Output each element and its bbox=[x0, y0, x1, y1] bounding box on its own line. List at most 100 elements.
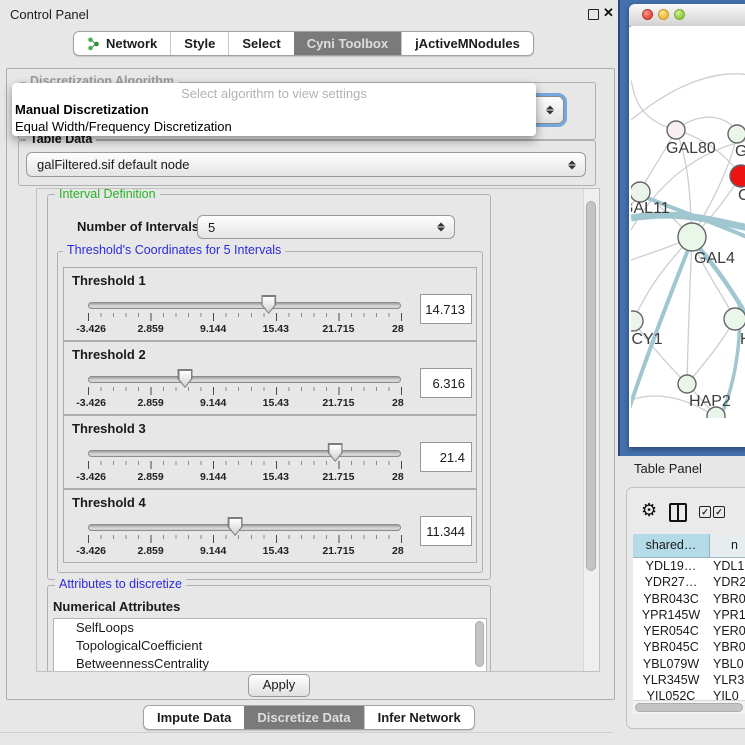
node-h bbox=[724, 308, 745, 330]
slider-thumb[interactable] bbox=[178, 369, 193, 388]
threshold-value-field[interactable]: 14.713 bbox=[420, 294, 472, 324]
table-row[interactable]: YBR045C YBR0 bbox=[633, 639, 745, 655]
checkbox-icon[interactable]: ✓ bbox=[699, 506, 711, 518]
tab-cyni-toolbox[interactable]: Cyni Toolbox bbox=[294, 32, 401, 55]
table-row[interactable]: YDL19… YDL1 bbox=[633, 558, 745, 574]
close-icon[interactable]: ✕ bbox=[603, 5, 614, 21]
bottom-tabbar: Impute Data Discretize Data Infer Networ… bbox=[143, 705, 475, 730]
node-red bbox=[730, 165, 745, 187]
table-panel-title: Table Panel bbox=[634, 461, 702, 476]
node-g bbox=[728, 125, 745, 143]
table-row[interactable]: YBL079W YBL0 bbox=[633, 656, 745, 672]
node-label: H bbox=[740, 331, 745, 348]
num-intervals-value: 5 bbox=[208, 220, 215, 235]
apply-button[interactable]: Apply bbox=[248, 674, 310, 697]
algorithm-dropdown-popup: Select algorithm to view settings Manual… bbox=[12, 83, 536, 136]
table-row[interactable]: YBR043C YBR0 bbox=[633, 591, 745, 607]
tab-select[interactable]: Select bbox=[228, 32, 293, 55]
num-intervals-label: Number of Intervals bbox=[77, 219, 199, 234]
dropdown-option-manual[interactable]: Manual Discretization bbox=[15, 102, 149, 117]
checkbox-icon[interactable]: ✓ bbox=[713, 506, 725, 518]
threshold-slider[interactable]: -3.426 2.859 9.144 15.43 21.715 28 bbox=[88, 268, 401, 340]
attributes-list: SelfLoops TopologicalCoefficient Between… bbox=[53, 618, 487, 672]
node-label: GAL80 bbox=[666, 140, 716, 157]
list-item[interactable]: TopologicalCoefficient bbox=[54, 637, 486, 655]
threshold-slider[interactable]: -3.426 2.859 9.144 15.43 21.715 28 bbox=[88, 342, 401, 414]
dropdown-prompt[interactable]: Select algorithm to view settings bbox=[12, 86, 536, 101]
slider-track[interactable] bbox=[88, 302, 401, 309]
threshold-value-field[interactable]: 6.316 bbox=[420, 368, 472, 398]
toolbox-tabbar: Network Style Select Cyni Toolbox jActiv… bbox=[73, 31, 534, 56]
table-row[interactable]: YLR345W YLR3 bbox=[633, 672, 745, 688]
gear-icon[interactable]: ⚙ bbox=[641, 501, 657, 519]
tab-impute-data[interactable]: Impute Data bbox=[144, 706, 244, 729]
network-graph: GAL80 G. GAL11 C GAL4 GCY1 H HAP2 bbox=[631, 26, 745, 418]
table-data-combobox[interactable]: galFiltered.sif default node bbox=[26, 152, 586, 177]
float-icon[interactable] bbox=[588, 9, 599, 20]
settings-scrollbar-thumb[interactable] bbox=[586, 201, 596, 571]
threshold-slider[interactable]: -3.426 2.859 9.144 15.43 21.715 28 bbox=[88, 490, 401, 562]
node-label: GAL4 bbox=[694, 250, 735, 267]
tab-discretize-data[interactable]: Discretize Data bbox=[244, 706, 363, 729]
table-row[interactable]: YER054C YER0 bbox=[633, 623, 745, 639]
list-item[interactable]: BetweennessCentrality bbox=[54, 655, 486, 672]
combo-arrows-icon bbox=[437, 223, 445, 232]
split-view-icon[interactable] bbox=[669, 503, 687, 522]
slider-thumb[interactable] bbox=[228, 517, 243, 536]
table-data-value: galFiltered.sif default node bbox=[37, 157, 189, 172]
column-header-shared-name[interactable]: shared… bbox=[633, 534, 710, 557]
tab-network-label: Network bbox=[106, 36, 157, 51]
num-intervals-combobox[interactable]: 5 bbox=[197, 215, 455, 239]
dropdown-option-equal-width[interactable]: Equal Width/Frequency Discretization bbox=[15, 119, 232, 134]
threshold-slider[interactable]: -3.426 2.859 9.144 15.43 21.715 28 bbox=[88, 416, 401, 488]
slider-track[interactable] bbox=[88, 524, 401, 531]
node-label: GAL11 bbox=[631, 200, 670, 217]
zoom-traffic-light-icon[interactable] bbox=[674, 9, 685, 20]
close-traffic-light-icon[interactable] bbox=[642, 9, 653, 20]
column-header-name[interactable]: n bbox=[710, 534, 745, 557]
slider-major-ticks bbox=[88, 387, 402, 395]
node-label: C bbox=[738, 187, 745, 204]
node-label: HAP2 bbox=[689, 393, 731, 410]
app-root: Control Panel ✕ Network Style Select Cyn… bbox=[0, 0, 745, 745]
slider-thumb[interactable] bbox=[328, 443, 343, 462]
combo-arrows-icon bbox=[546, 106, 554, 115]
table-row[interactable]: YPR145W YPR1 bbox=[633, 607, 745, 623]
minimize-traffic-light-icon[interactable] bbox=[658, 9, 669, 20]
table-hscrollbar-thumb[interactable] bbox=[635, 703, 743, 712]
attributes-list-scrollbar[interactable] bbox=[475, 621, 484, 667]
slider-thumb[interactable] bbox=[261, 295, 276, 314]
table-header-row: shared… n bbox=[633, 534, 745, 558]
panel-title: Control Panel bbox=[10, 7, 89, 22]
network-window-titlebar[interactable] bbox=[629, 4, 745, 27]
node-hap2 bbox=[678, 375, 696, 393]
node-attribute-table: shared… n YDL19… YDL1 YDR27… YDR2 YBR043… bbox=[633, 534, 745, 714]
list-item[interactable]: SelfLoops bbox=[54, 619, 486, 637]
attributes-group-label: Attributes to discretize bbox=[55, 578, 186, 591]
tab-style[interactable]: Style bbox=[170, 32, 228, 55]
slider-track[interactable] bbox=[88, 376, 401, 383]
threshold-row: Threshold 4 -3.426 2.859 9.144 15.43 21.… bbox=[63, 489, 477, 563]
node-label: GCY1 bbox=[631, 331, 663, 348]
settings-scrollpane: Interval Definition Number of Intervals … bbox=[36, 188, 600, 672]
network-canvas[interactable]: GAL80 G. GAL11 C GAL4 GCY1 H HAP2 bbox=[631, 26, 745, 418]
slider-major-ticks bbox=[88, 461, 402, 469]
slider-major-ticks bbox=[88, 535, 402, 543]
threshold-value-field[interactable]: 11.344 bbox=[420, 516, 472, 546]
node-gal80 bbox=[667, 121, 685, 139]
tab-network[interactable]: Network bbox=[74, 32, 170, 55]
node-gcy1 bbox=[631, 311, 643, 331]
combo-arrows-icon bbox=[568, 160, 576, 169]
table-hscrollbar-track[interactable] bbox=[633, 700, 745, 714]
node-label: G. bbox=[735, 143, 745, 160]
tab-infer-network[interactable]: Infer Network bbox=[364, 706, 474, 729]
settings-scrollbar-track[interactable] bbox=[583, 189, 599, 671]
slider-track[interactable] bbox=[88, 450, 401, 457]
table-row[interactable]: YDR27… YDR2 bbox=[633, 574, 745, 590]
table-panel: ⚙ ✓ ✓ shared… n YDL19… YDL1 YDR27… YDR2 … bbox=[626, 487, 745, 729]
panel-bottom-divider bbox=[0, 732, 613, 733]
threshold-value-field[interactable]: 21.4 bbox=[420, 442, 472, 472]
interval-group-label: Interval Definition bbox=[55, 188, 160, 201]
numerical-attributes-label: Numerical Attributes bbox=[53, 599, 180, 614]
tab-jactivemnodules[interactable]: jActiveMNodules bbox=[401, 32, 533, 55]
